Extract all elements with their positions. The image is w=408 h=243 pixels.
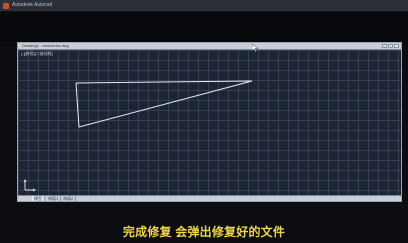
app-icon xyxy=(3,3,9,9)
close-button[interactable] xyxy=(394,44,399,48)
maximize-button[interactable] xyxy=(388,44,393,48)
video-caption: 完成修复 会弹出修复好的文件 xyxy=(122,225,286,239)
ucs-icon xyxy=(22,178,36,192)
drawing-canvas[interactable] xyxy=(18,50,401,195)
app-title: Autodesk Autocad xyxy=(12,2,53,8)
drawing-window[interactable]: Drawing1 - recovered.dwg [-][俯视][二维线框] 模… xyxy=(17,42,402,202)
mouse-cursor-icon xyxy=(252,44,258,52)
triangle-shape[interactable] xyxy=(75,80,253,128)
drawing-window-titlebar[interactable]: Drawing1 - recovered.dwg xyxy=(18,43,401,50)
drawing-viewport[interactable]: [-][俯视][二维线框] xyxy=(18,50,401,195)
app-title-bar: Autodesk Autocad xyxy=(0,0,408,12)
layout-tabs: 模型 布局1 布局2 xyxy=(18,195,401,201)
ribbon-area xyxy=(0,12,408,42)
minimize-button[interactable] xyxy=(382,44,387,48)
drawing-window-title: Drawing1 - recovered.dwg xyxy=(22,43,69,48)
